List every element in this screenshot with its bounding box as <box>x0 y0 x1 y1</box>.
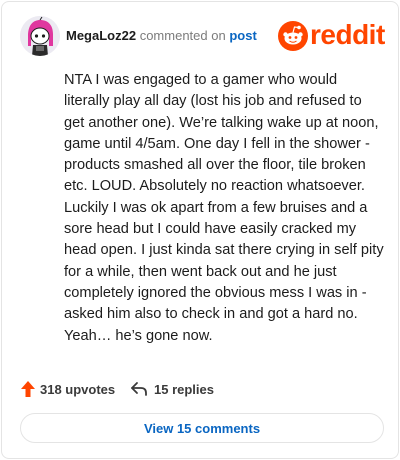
upvote-button[interactable]: 318 upvotes <box>20 378 115 400</box>
reddit-wordmark: reddit <box>310 19 385 50</box>
reply-count: 15 replies <box>154 381 214 397</box>
comment-body: NTA I was engaged to a gamer who would l… <box>64 72 384 344</box>
commented-on-text: commented on <box>139 28 226 43</box>
comment-actions: 318 upvotes 15 replies <box>20 378 380 400</box>
view-comments-button[interactable]: View 15 comments <box>20 413 384 443</box>
upvote-count: 318 upvotes <box>40 381 116 397</box>
reply-arrow-icon <box>131 382 147 396</box>
post-link[interactable]: post <box>229 28 256 43</box>
user-avatar[interactable] <box>20 16 60 56</box>
comment-card: MegaLoz22 commented on post reddit NTA I… <box>1 1 399 459</box>
comment-header: MegaLoz22 commented on post reddit <box>20 16 385 56</box>
upvote-arrow-icon <box>21 381 35 397</box>
reddit-alien-icon <box>278 21 308 51</box>
comment-meta: MegaLoz22 commented on post <box>66 28 257 44</box>
username-link[interactable]: MegaLoz22 <box>66 28 136 43</box>
snoo-avatar-icon <box>20 16 60 56</box>
reddit-logo[interactable]: reddit <box>278 18 385 52</box>
replies-button[interactable]: 15 replies <box>130 378 214 400</box>
